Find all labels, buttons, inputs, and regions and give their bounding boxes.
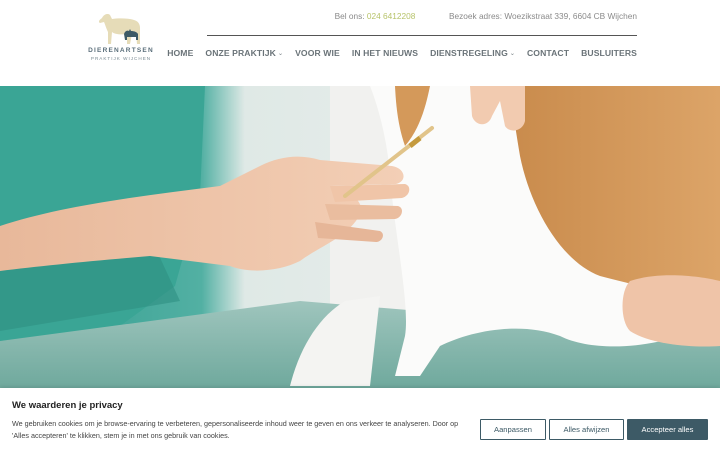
nav-item-label: ONZE PRAKTIJK [205,48,276,58]
nav-item-home[interactable]: HOME [167,48,193,58]
hero-image [0,86,720,388]
nav-item-label: DIENSTREGELING [430,48,508,58]
logo-subtitle: PRAKTIJK WIJCHEN [90,56,152,61]
nav-item-label: VOOR WIE [295,48,340,58]
cookie-title: We waarderen je privacy [12,400,123,411]
chevron-down-icon: ⌄ [509,51,515,57]
nav-item-onze-praktijk[interactable]: ONZE PRAKTIJK ⌄ [205,48,283,58]
nav-item-label: IN HET NIEUWS [351,48,419,58]
nav-item-in-het-nieuws[interactable]: IN HET NIEUWS [352,48,418,58]
contact-bar: Bel ons: 024 6412208 Bezoek adres: Woezi… [335,11,637,21]
nav-item-contact[interactable]: CONTACT [527,48,569,58]
nav-divider [207,35,637,36]
nav-item-busluiters[interactable]: BUSLUITERS [581,48,637,58]
site-logo[interactable]: DIERENARTSEN PRAKTIJK WIJCHEN [88,10,154,64]
phone-label: Bel ons: [334,11,365,21]
vet-injecting-dog-illustration [0,86,720,388]
cookie-description: We gebruiken cookies om je browse-ervari… [12,419,459,440]
nav-item-label: HOME [167,48,194,58]
address-text: Woezikstraat 339, 6604 CB Wijchen [504,11,637,21]
phone-number-link[interactable]: 024 6412208 [367,11,415,21]
site-header: DIERENARTSEN PRAKTIJK WIJCHEN Bel ons: 0… [0,0,720,86]
horse-dog-logo-icon [98,14,140,44]
nav-item-voor-wie[interactable]: VOOR WIE [295,48,340,58]
cookie-consent-banner: We waarderen je privacy We gebruiken coo… [0,388,720,450]
nav-item-dienstregeling[interactable]: DIENSTREGELING ⌄ [430,48,515,58]
chevron-down-icon: ⌄ [277,51,284,57]
main-navigation: HOME ONZE PRAKTIJK ⌄ VOOR WIE IN HET NIEU… [167,48,637,58]
accept-all-cookies-button[interactable]: Accepteer alles [627,419,708,440]
address-label: Bezoek adres: [448,11,503,21]
nav-item-label: CONTACT [527,48,570,58]
customize-cookies-button[interactable]: Aanpassen [480,419,546,440]
nav-item-label: BUSLUITERS [581,48,637,58]
reject-all-cookies-button[interactable]: Alles afwijzen [549,419,624,440]
logo-title: DIERENARTSEN [88,47,154,54]
